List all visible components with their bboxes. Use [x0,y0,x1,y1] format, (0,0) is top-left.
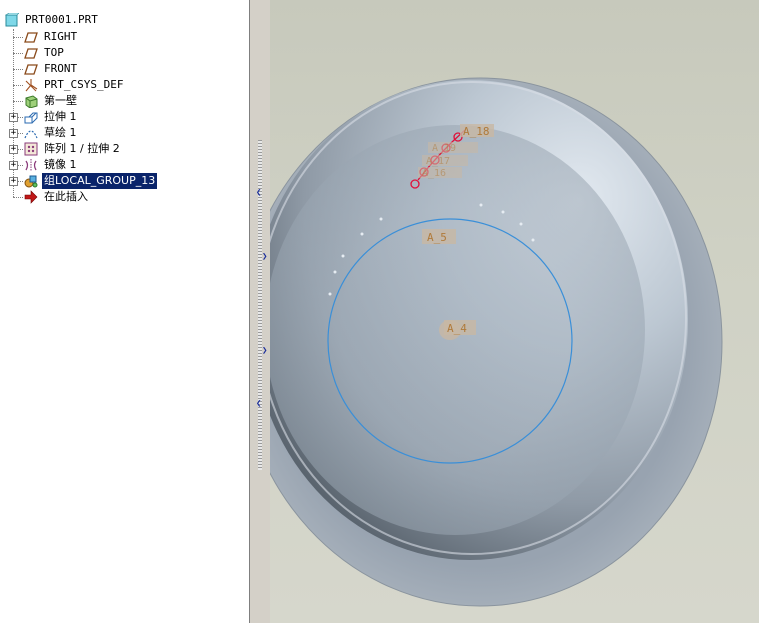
tree-item-top[interactable]: TOP [24,45,66,61]
tree-item-label: 草绘 1 [44,126,77,139]
axis-label-faded: A_19 [432,143,456,154]
tree-root-item[interactable]: PRT0001.PRT [5,12,100,28]
tree-item-right[interactable]: RIGHT [24,29,79,45]
tree-item-label: FRONT [44,62,78,75]
tree-item-sketch-1[interactable]: 草绘 1 [24,125,79,141]
tree-item-local-group-13[interactable]: 组LOCAL_GROUP_13 [24,173,158,189]
tree-connector [13,37,23,38]
tree-item-label: 在此插入 [44,190,88,203]
tree-item-front[interactable]: FRONT [24,61,79,77]
tree-root-label: PRT0001.PRT [25,13,98,26]
tree-item-label: PRT_CSYS_DEF [44,78,124,91]
tree-item-label: 镜像 1 [44,158,77,171]
axis-label-a4[interactable]: A_4 [447,322,467,335]
graphics-window[interactable]: A_19 A_17 A_16 A_18 A_5 A_4 [270,0,759,623]
tree-connector [18,117,23,118]
extrude-icon [24,110,38,124]
model-tree-panel: PRT0001.PRT RIGHT TOP FRONT PRT_CSYS_DEF… [0,0,250,623]
mirror-icon [24,158,38,172]
pattern-icon [24,142,38,156]
tree-item-pattern-1[interactable]: 阵列 1 / 拉伸 2 [24,141,122,157]
tree-item-extrude-1[interactable]: 拉伸 1 [24,109,79,125]
tree-connector [13,85,23,86]
tree-connector [18,149,23,150]
expand-toggle[interactable]: + [9,177,18,186]
expand-toggle[interactable]: + [9,145,18,154]
axis-label-faded: A_17 [426,156,450,167]
tree-item-label: 阵列 1 / 拉伸 2 [44,142,120,155]
tree-item-mirror-1[interactable]: 镜像 1 [24,157,79,173]
axis-label-faded: A_16 [422,168,446,179]
tree-item-insert-here[interactable]: 在此插入 [24,189,90,205]
tree-item-csys[interactable]: PRT_CSYS_DEF [24,77,125,93]
tree-connector [18,165,23,166]
collapse-left-icon[interactable]: ❮ [256,399,261,409]
collapse-right-icon[interactable]: ❯ [262,346,267,356]
datum-plane-icon [24,30,38,44]
datum-plane-icon [24,62,38,76]
tree-item-label: 组LOCAL_GROUP_13 [42,173,158,189]
tree-connector [18,181,23,182]
tree-connector [13,53,23,54]
expand-toggle[interactable]: + [9,161,18,170]
tree-item-label: 拉伸 1 [44,110,77,123]
expand-toggle[interactable]: + [9,129,18,138]
tree-connector [13,69,23,70]
axis-label-a18[interactable]: A_18 [463,125,490,138]
sheetmetal-wall-icon [24,94,38,109]
group-icon [24,174,38,188]
tree-item-label: TOP [44,46,64,59]
tree-item-first-wall[interactable]: 第一壁 [24,93,79,109]
tree-connector [13,101,23,102]
collapse-right-icon[interactable]: ❯ [262,252,267,262]
expand-toggle[interactable]: + [9,113,18,122]
collapse-left-icon[interactable]: ❮ [256,188,261,198]
coordinate-system-icon [24,78,38,92]
sketch-icon [24,126,38,140]
datum-plane-icon [24,46,38,60]
tree-item-label: RIGHT [44,30,78,43]
insert-here-arrow-icon [24,190,38,204]
tree-connector [18,133,23,134]
tree-connector [13,197,23,198]
part-icon [5,12,20,27]
axis-label-a5[interactable]: A_5 [427,231,447,244]
tree-item-label: 第一壁 [44,94,77,107]
part-model-view[interactable]: A_19 A_17 A_16 A_18 A_5 A_4 [270,0,759,623]
